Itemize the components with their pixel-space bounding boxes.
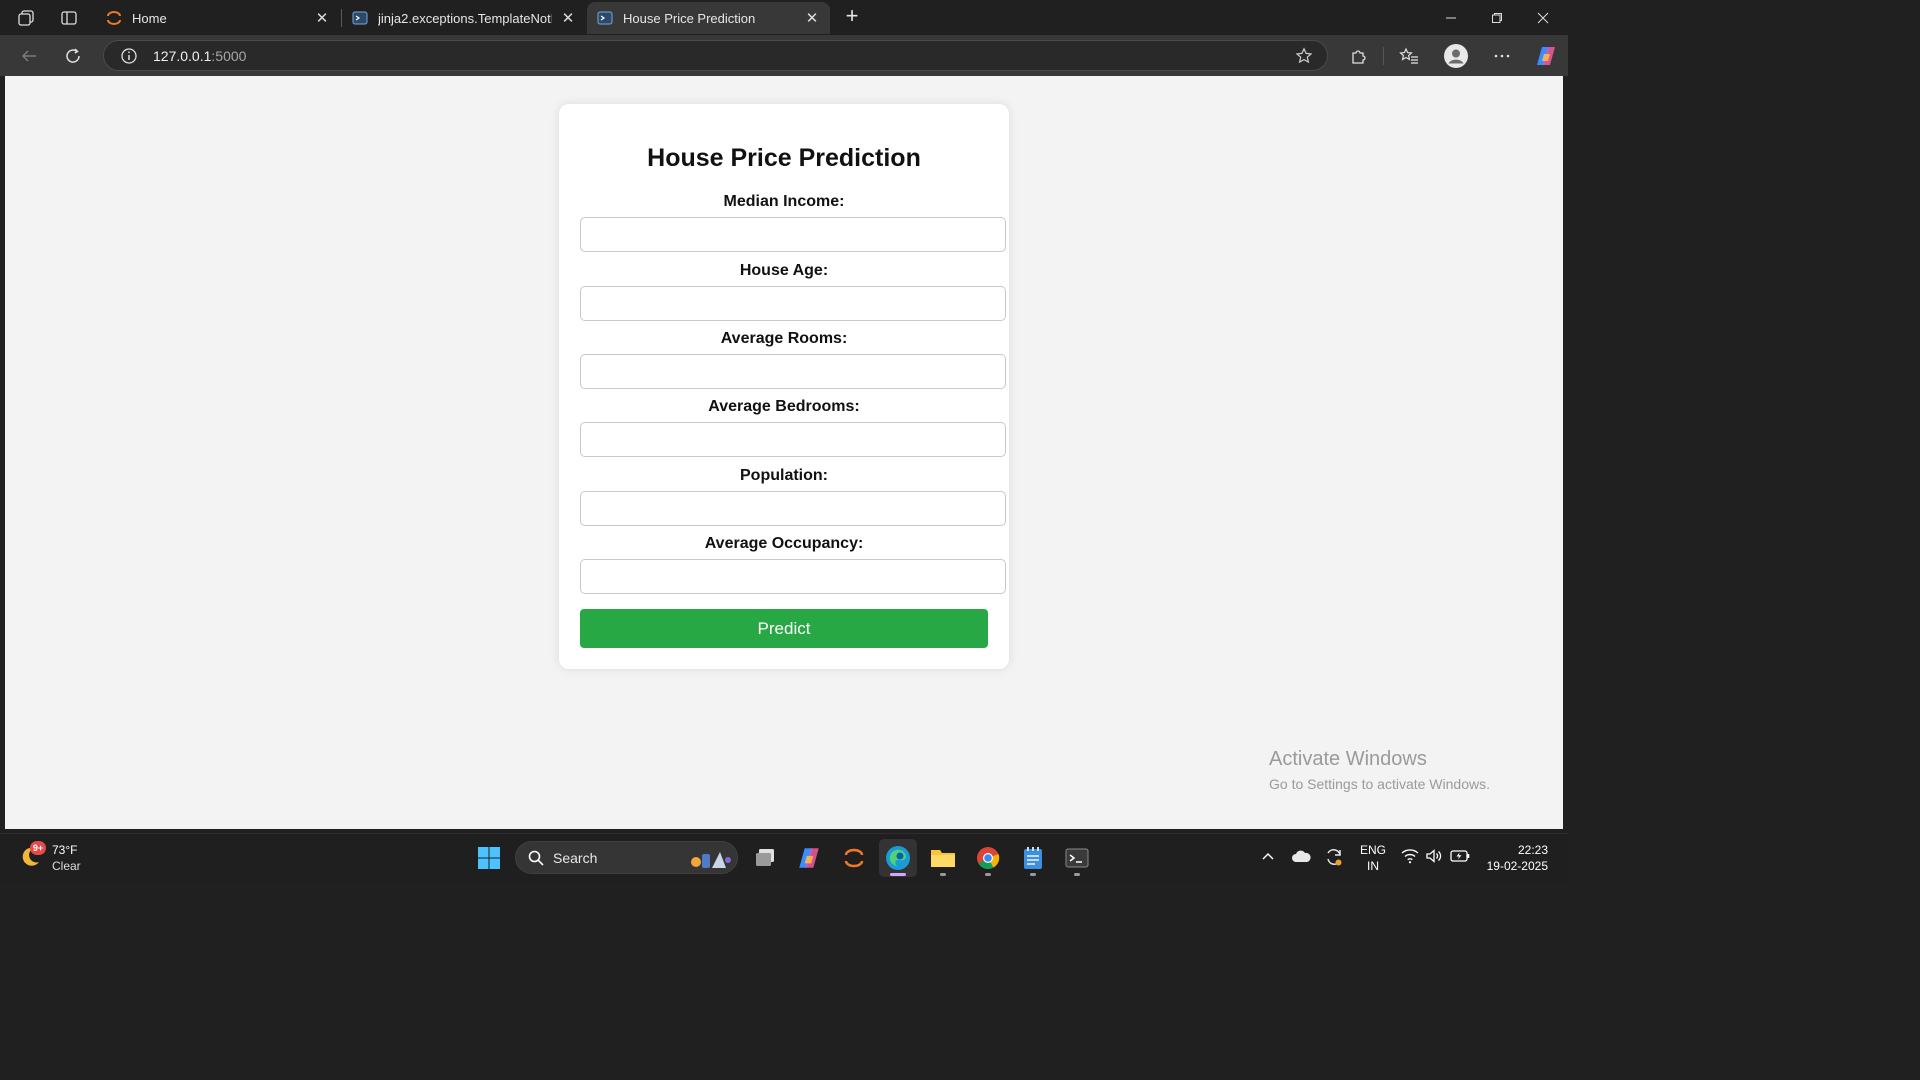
- sync-icon[interactable]: [1323, 846, 1345, 868]
- search-icon: [528, 850, 544, 871]
- onedrive-cloud-icon[interactable]: [1290, 846, 1312, 866]
- language-region: IN: [1367, 859, 1379, 873]
- tab-title: Home: [132, 10, 167, 26]
- taskbar-search-box[interactable]: Search: [515, 841, 738, 874]
- volume-icon[interactable]: [1424, 846, 1444, 866]
- minimize-icon[interactable]: [1428, 0, 1474, 35]
- watermark-title: Activate Windows: [1269, 748, 1427, 770]
- start-button[interactable]: [470, 839, 508, 877]
- running-indicator: [1074, 873, 1080, 876]
- temperature-text: 73°F: [52, 843, 78, 857]
- notepad-app-icon[interactable]: [1014, 839, 1052, 877]
- close-icon[interactable]: ✕: [560, 9, 576, 27]
- average-bedrooms-label: Average Bedrooms:: [708, 398, 860, 415]
- window-close-icon[interactable]: [1520, 0, 1566, 35]
- url-host: 127.0.0.1: [153, 48, 212, 64]
- clock-time: 22:23: [1517, 843, 1548, 857]
- close-icon[interactable]: ✕: [804, 9, 820, 27]
- profile-avatar-icon[interactable]: [1442, 43, 1470, 69]
- clock-date: 19-02-2025: [1486, 859, 1548, 873]
- vertical-tabs-icon[interactable]: [57, 6, 81, 30]
- favorite-star-icon[interactable]: [1295, 47, 1313, 70]
- average-occupancy-label: Average Occupancy:: [704, 535, 864, 552]
- terminal-page-icon: [597, 10, 613, 26]
- language-primary: ENG: [1359, 843, 1386, 857]
- tab-title: House Price Prediction: [623, 10, 756, 26]
- copilot-icon[interactable]: [1532, 43, 1560, 69]
- browser-toolbar: 127.0.0.1:5000: [0, 35, 1568, 76]
- refresh-icon[interactable]: [59, 43, 87, 69]
- average-rooms-input[interactable]: [580, 354, 1006, 389]
- tab-home[interactable]: Home ✕: [96, 2, 340, 34]
- active-indicator: [890, 873, 906, 876]
- population-input[interactable]: [580, 491, 1006, 526]
- address-bar[interactable]: 127.0.0.1:5000: [103, 40, 1328, 71]
- more-options-icon[interactable]: [1488, 43, 1516, 69]
- average-occupancy-input[interactable]: [580, 559, 1006, 594]
- close-icon[interactable]: ✕: [314, 9, 330, 27]
- tab-jinja-error[interactable]: jinja2.exceptions.TemplateNotFound ✕: [342, 2, 586, 34]
- browser-tab-bar: Home ✕ jinja2.exceptions.TemplateNotFoun…: [0, 0, 1568, 35]
- jupyter-icon: [106, 10, 122, 26]
- task-view-icon[interactable]: [746, 839, 784, 877]
- tab-house-price[interactable]: House Price Prediction ✕: [587, 2, 830, 34]
- show-hidden-icons-chevron-icon[interactable]: [1260, 846, 1276, 866]
- chrome-app-icon[interactable]: [969, 839, 1007, 877]
- toolbar-divider: [1383, 47, 1384, 65]
- median-income-input[interactable]: [580, 217, 1006, 252]
- terminal-page-icon: [352, 10, 368, 26]
- url-text: 127.0.0.1:5000: [153, 48, 246, 64]
- windows-taskbar: 9+ 73°F Clear Search ENG IN 22:23 19-02-…: [0, 833, 1568, 883]
- running-indicator: [940, 873, 946, 876]
- site-info-icon[interactable]: [120, 47, 138, 70]
- restore-icon[interactable]: [1474, 0, 1520, 35]
- url-port: :5000: [211, 48, 247, 64]
- search-label: Search: [553, 850, 598, 866]
- weather-condition-text: Clear: [52, 859, 81, 873]
- terminal-app-icon[interactable]: [1058, 839, 1096, 877]
- population-label: Population:: [740, 467, 828, 484]
- average-rooms-label: Average Rooms:: [720, 330, 848, 347]
- average-bedrooms-input[interactable]: [580, 422, 1006, 457]
- file-explorer-icon[interactable]: [924, 839, 962, 877]
- activate-windows-watermark: Activate Windows Go to Settings to activ…: [1269, 748, 1490, 792]
- copilot-app-icon[interactable]: [790, 839, 828, 877]
- wifi-icon[interactable]: [1400, 846, 1420, 866]
- extensions-icon[interactable]: [1345, 43, 1373, 69]
- median-income-label: Median Income:: [723, 193, 845, 210]
- system-clock[interactable]: 22:23 19-02-2025: [1478, 842, 1548, 874]
- tab-title: jinja2.exceptions.TemplateNotFound: [378, 10, 552, 26]
- favorites-icon[interactable]: [1395, 43, 1423, 69]
- battery-charging-icon[interactable]: [1449, 846, 1471, 866]
- house-age-input[interactable]: [580, 286, 1006, 321]
- running-indicator: [1030, 873, 1036, 876]
- page-viewport: House Price Prediction Median Income: Ho…: [5, 76, 1563, 829]
- running-indicator: [985, 873, 991, 876]
- predict-button[interactable]: Predict: [580, 609, 988, 648]
- language-indicator[interactable]: ENG IN: [1358, 842, 1388, 874]
- notification-badge: 9+: [30, 841, 46, 855]
- back-icon[interactable]: [15, 43, 43, 69]
- jupyter-app-icon[interactable]: [835, 839, 873, 877]
- prediction-form-card: House Price Prediction Median Income: Ho…: [559, 104, 1009, 669]
- new-tab-icon[interactable]: +: [840, 5, 864, 29]
- house-age-label: House Age:: [739, 262, 829, 279]
- edge-app-icon[interactable]: [879, 839, 917, 877]
- watermark-subtitle: Go to Settings to activate Windows.: [1269, 776, 1490, 792]
- workspaces-icon[interactable]: [14, 6, 38, 30]
- page-title: House Price Prediction: [647, 144, 921, 172]
- search-highlight-icon: [686, 848, 732, 875]
